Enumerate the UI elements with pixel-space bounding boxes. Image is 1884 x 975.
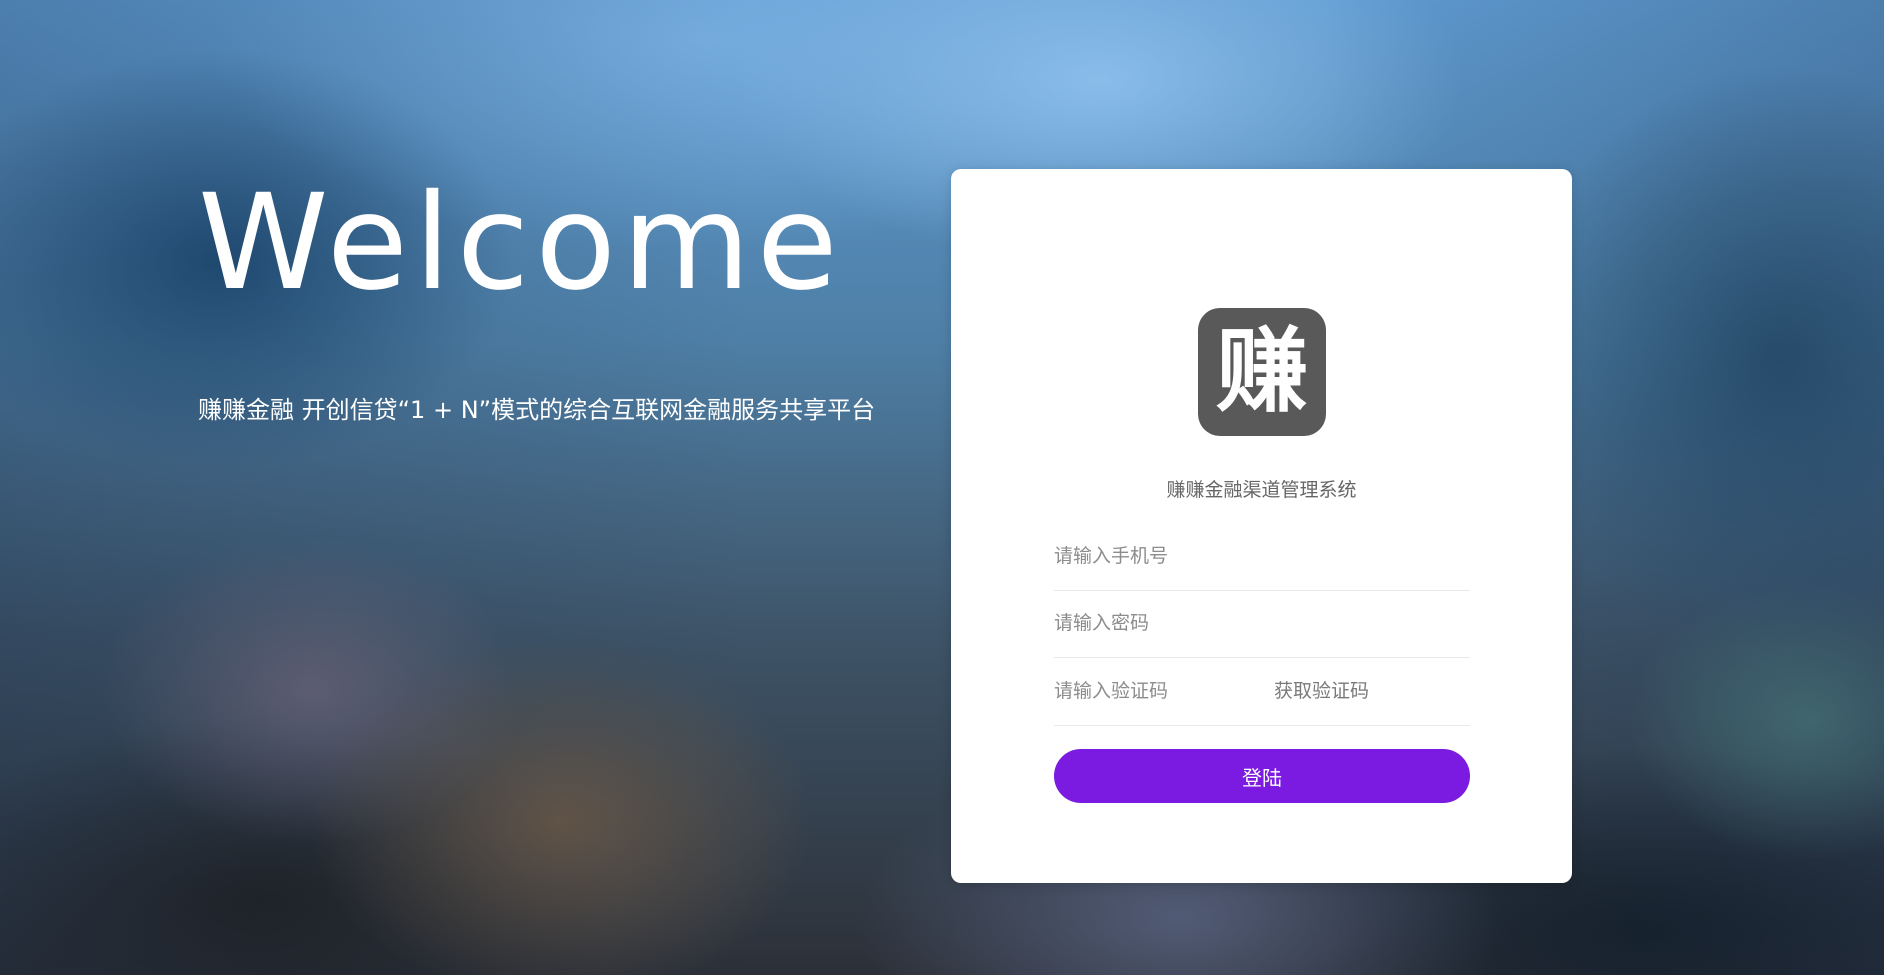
login-card: 赚 赚赚金融渠道管理系统 获取验证码 登陆: [951, 169, 1572, 883]
get-code-button[interactable]: 获取验证码: [1274, 671, 1369, 711]
phone-field: [1054, 524, 1470, 591]
phone-input[interactable]: [1054, 536, 1470, 576]
hero-slogan: 赚赚金融 开创信贷“1 + N”模式的综合互联网金融服务共享平台: [198, 396, 876, 424]
hero-section: Welcome 赚赚金融 开创信贷“1 + N”模式的综合互联网金融服务共享平台: [198, 168, 958, 426]
verification-code-field: 获取验证码: [1054, 659, 1470, 726]
password-input[interactable]: [1054, 603, 1470, 643]
verification-code-input[interactable]: [1054, 671, 1254, 711]
app-logo-icon: 赚: [1198, 308, 1326, 436]
background-overlay: [0, 0, 1884, 975]
system-name: 赚赚金融渠道管理系统: [1166, 479, 1357, 501]
logo-glyph: 赚: [1215, 318, 1308, 425]
welcome-title: Welcome: [198, 166, 844, 320]
password-field: [1054, 591, 1470, 658]
login-button[interactable]: 登陆: [1054, 749, 1470, 803]
